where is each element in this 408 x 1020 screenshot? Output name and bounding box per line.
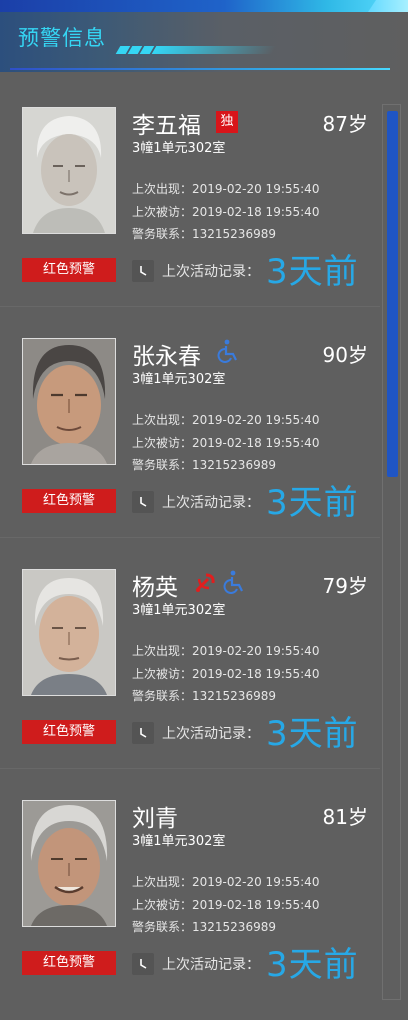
- person-photo: [22, 338, 116, 465]
- last-visit-text: 上次被访：2019-02-18 19:55:40: [132, 436, 320, 450]
- top-accent-notch: [368, 0, 408, 12]
- last-activity-label: 上次活动记录：: [162, 726, 260, 742]
- person-age: 81岁: [322, 805, 368, 829]
- person-address: 3幢1单元302室: [132, 141, 226, 156]
- police-contact-text: 警务联系：13215236989: [132, 920, 276, 934]
- days-ago-value: 3天前: [266, 714, 359, 754]
- warning-list: 红色预警 李五福 独 87岁 3幢1单元302室 上次出现：2019-02-20…: [0, 76, 380, 999]
- person-badges: [216, 339, 238, 367]
- person-age: 87岁: [322, 112, 368, 136]
- person-photo: [22, 800, 116, 927]
- person-card[interactable]: 红色预警 杨英 79岁 3幢1单元302室 上次出现：2019-02-20 19…: [0, 538, 380, 769]
- clock-icon: [132, 722, 154, 744]
- person-address: 3幢1单元302室: [132, 603, 226, 618]
- red-warning-badge[interactable]: 红色预警: [22, 489, 116, 513]
- last-activity-row: 上次活动记录：: [132, 259, 260, 283]
- person-photo: [22, 107, 116, 234]
- last-activity-row: 上次活动记录：: [132, 721, 260, 745]
- last-activity-label: 上次活动记录：: [162, 264, 260, 280]
- days-ago-value: 3天前: [266, 483, 359, 523]
- red-warning-badge[interactable]: 红色预警: [22, 258, 116, 282]
- last-activity-row: 上次活动记录：: [132, 952, 260, 976]
- wheelchair-icon: [222, 570, 244, 598]
- person-name: 李五福: [132, 113, 201, 139]
- page-title: 预警信息: [18, 26, 106, 50]
- last-seen-text: 上次出现：2019-02-20 19:55:40: [132, 875, 320, 889]
- days-ago-value: 3天前: [266, 252, 359, 292]
- person-photo: [22, 569, 116, 696]
- title-decoration: [115, 39, 277, 54]
- police-contact-text: 警务联系：13215236989: [132, 689, 276, 703]
- person-card[interactable]: 红色预警 李五福 独 87岁 3幢1单元302室 上次出现：2019-02-20…: [0, 76, 380, 307]
- header-divider: [10, 68, 390, 70]
- person-address: 3幢1单元302室: [132, 834, 226, 849]
- last-activity-row: 上次活动记录：: [132, 490, 260, 514]
- scrollbar-thumb[interactable]: [387, 111, 398, 477]
- person-age: 79岁: [322, 574, 368, 598]
- clock-icon: [132, 491, 154, 513]
- person-badges: 独: [216, 110, 238, 134]
- person-age: 90岁: [322, 343, 368, 367]
- person-name: 刘青: [132, 806, 178, 832]
- last-visit-text: 上次被访：2019-02-18 19:55:40: [132, 667, 320, 681]
- clock-icon: [132, 953, 154, 975]
- red-warning-badge[interactable]: 红色预警: [22, 951, 116, 975]
- person-name: 张永春: [132, 344, 201, 370]
- person-address: 3幢1单元302室: [132, 372, 226, 387]
- person-name: 杨英: [132, 575, 178, 601]
- last-seen-text: 上次出现：2019-02-20 19:55:40: [132, 644, 320, 658]
- last-activity-label: 上次活动记录：: [162, 495, 260, 511]
- last-visit-text: 上次被访：2019-02-18 19:55:40: [132, 205, 320, 219]
- last-activity-label: 上次活动记录：: [162, 957, 260, 973]
- police-contact-text: 警务联系：13215236989: [132, 227, 276, 241]
- person-card[interactable]: 红色预警 张永春 90岁 3幢1单元302室 上次出现：2019-02-20 1…: [0, 307, 380, 538]
- top-accent-bar: [0, 0, 408, 12]
- scrollbar-track[interactable]: [382, 104, 401, 1000]
- party-emblem-icon: [194, 571, 216, 597]
- living-alone-badge: 独: [216, 111, 238, 133]
- person-badges: [194, 570, 244, 598]
- clock-icon: [132, 260, 154, 282]
- person-card[interactable]: 红色预警 刘青 81岁 3幢1单元302室 上次出现：2019-02-20 19…: [0, 769, 380, 999]
- red-warning-badge[interactable]: 红色预警: [22, 720, 116, 744]
- wheelchair-icon: [216, 339, 238, 367]
- last-seen-text: 上次出现：2019-02-20 19:55:40: [132, 413, 320, 427]
- police-contact-text: 警务联系：13215236989: [132, 458, 276, 472]
- last-seen-text: 上次出现：2019-02-20 19:55:40: [132, 182, 320, 196]
- last-visit-text: 上次被访：2019-02-18 19:55:40: [132, 898, 320, 912]
- days-ago-value: 3天前: [266, 945, 359, 985]
